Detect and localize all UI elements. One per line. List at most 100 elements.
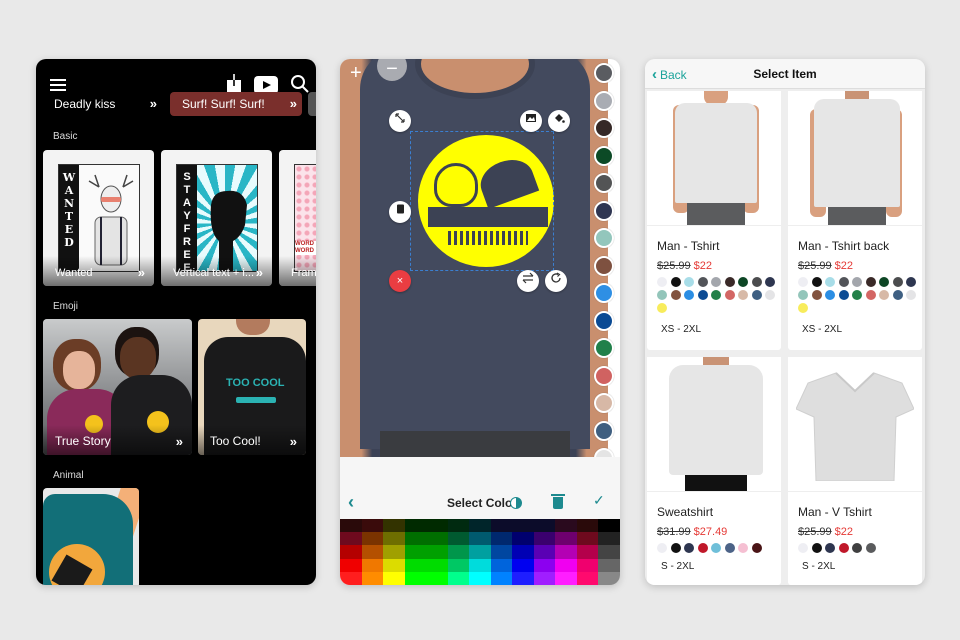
color-dot[interactable]: [724, 290, 735, 300]
palette-color[interactable]: [490, 519, 513, 533]
template-card[interactable]: WANTED Wanted »: [43, 150, 154, 286]
color-swatch[interactable]: [594, 90, 614, 111]
palette-color[interactable]: [383, 558, 405, 572]
color-dot[interactable]: [670, 277, 681, 287]
palette-color[interactable]: [512, 532, 534, 546]
palette-color[interactable]: [490, 571, 513, 585]
color-dot[interactable]: [906, 290, 916, 300]
color-dot[interactable]: [906, 277, 916, 287]
palette-color[interactable]: [469, 532, 491, 546]
color-dot[interactable]: [711, 543, 721, 553]
palette-color[interactable]: [598, 545, 620, 559]
palette-color[interactable]: [555, 558, 577, 572]
resize-handle[interactable]: [389, 110, 411, 132]
palette-color[interactable]: [447, 558, 470, 572]
color-dot[interactable]: [738, 277, 748, 287]
palette-color[interactable]: [533, 519, 556, 533]
color-dot[interactable]: [852, 290, 862, 300]
back-button[interactable]: ‹: [348, 492, 354, 513]
palette-color[interactable]: [533, 532, 556, 546]
color-dot[interactable]: [711, 290, 721, 300]
color-swatch[interactable]: [594, 63, 614, 83]
color-swatch[interactable]: [594, 173, 614, 193]
palette-color[interactable]: [404, 545, 427, 559]
palette-color[interactable]: [340, 545, 362, 559]
color-swatch[interactable]: [594, 255, 614, 276]
color-dot[interactable]: [798, 277, 808, 287]
color-dot[interactable]: [798, 303, 808, 313]
palette-color[interactable]: [555, 545, 577, 559]
palette-color[interactable]: [426, 532, 448, 546]
palette-color[interactable]: [340, 519, 362, 533]
color-swatch[interactable]: [594, 145, 614, 166]
color-dot[interactable]: [724, 277, 735, 287]
color-dot[interactable]: [838, 290, 849, 300]
color-dot[interactable]: [751, 290, 762, 300]
menu-icon[interactable]: [50, 79, 66, 91]
palette-color[interactable]: [404, 571, 427, 585]
palette-color[interactable]: [447, 571, 470, 585]
trash-icon[interactable]: [551, 494, 565, 509]
color-dot[interactable]: [657, 277, 667, 287]
palette-color[interactable]: [598, 532, 620, 546]
palette-color[interactable]: [447, 519, 470, 533]
color-dot[interactable]: [879, 277, 889, 287]
palette-color[interactable]: [404, 532, 427, 546]
palette-color[interactable]: [361, 519, 384, 533]
zoom-in-button[interactable]: +: [350, 62, 362, 85]
palette-color[interactable]: [340, 532, 362, 546]
palette-color[interactable]: [512, 545, 534, 559]
color-dot[interactable]: [657, 303, 667, 313]
palette-color[interactable]: [555, 532, 577, 546]
color-swatch[interactable]: [594, 393, 614, 413]
color-swatch[interactable]: [594, 283, 614, 303]
palette-color[interactable]: [533, 545, 556, 559]
color-dot[interactable]: [684, 543, 694, 553]
palette-color[interactable]: [426, 571, 448, 585]
palette-color[interactable]: [426, 519, 448, 533]
color-dot[interactable]: [751, 543, 762, 553]
design-canvas[interactable]: + − ×: [340, 59, 608, 457]
color-dot[interactable]: [852, 277, 862, 287]
color-dot[interactable]: [825, 543, 835, 553]
palette-color[interactable]: [490, 558, 513, 572]
image-button[interactable]: [520, 110, 542, 132]
palette-color[interactable]: [576, 571, 599, 585]
color-dot[interactable]: [865, 277, 876, 287]
palette-color[interactable]: [426, 545, 448, 559]
palette-color[interactable]: [490, 532, 513, 546]
color-dot[interactable]: [892, 290, 903, 300]
color-dot[interactable]: [684, 290, 694, 300]
layer-button[interactable]: [389, 201, 411, 223]
color-swatch[interactable]: [594, 118, 614, 138]
product-card[interactable]: Man - V Tshirt $25.99 $22 S - 2XL: [788, 357, 922, 585]
color-dot[interactable]: [811, 277, 822, 287]
palette-color[interactable]: [576, 545, 599, 559]
color-dot[interactable]: [697, 277, 708, 287]
palette-color[interactable]: [361, 545, 384, 559]
color-dot[interactable]: [892, 277, 903, 287]
color-swatch[interactable]: [594, 420, 614, 441]
color-dot[interactable]: [838, 543, 849, 553]
color-dot[interactable]: [825, 277, 835, 287]
flip-button[interactable]: [517, 270, 539, 292]
color-dot[interactable]: [684, 277, 694, 287]
palette-color[interactable]: [404, 558, 427, 572]
palette-color[interactable]: [383, 545, 405, 559]
palette-color[interactable]: [426, 558, 448, 572]
product-card[interactable]: Sweatshirt $31.99 $27.49 S - 2XL: [647, 357, 781, 585]
template-card[interactable]: STAYFREE Vertical text + i... »: [161, 150, 272, 286]
palette-color[interactable]: [490, 545, 513, 559]
featured-chip[interactable]: Deadly kiss »: [36, 92, 162, 116]
palette-color[interactable]: [404, 519, 427, 533]
color-dot[interactable]: [697, 290, 708, 300]
palette-color[interactable]: [598, 519, 620, 533]
palette-color[interactable]: [340, 571, 362, 585]
palette-color[interactable]: [383, 519, 405, 533]
color-dot[interactable]: [670, 290, 681, 300]
palette-color[interactable]: [555, 519, 577, 533]
palette-color[interactable]: [469, 545, 491, 559]
color-dot[interactable]: [657, 290, 667, 300]
palette-color[interactable]: [383, 571, 405, 585]
palette-color[interactable]: [469, 558, 491, 572]
